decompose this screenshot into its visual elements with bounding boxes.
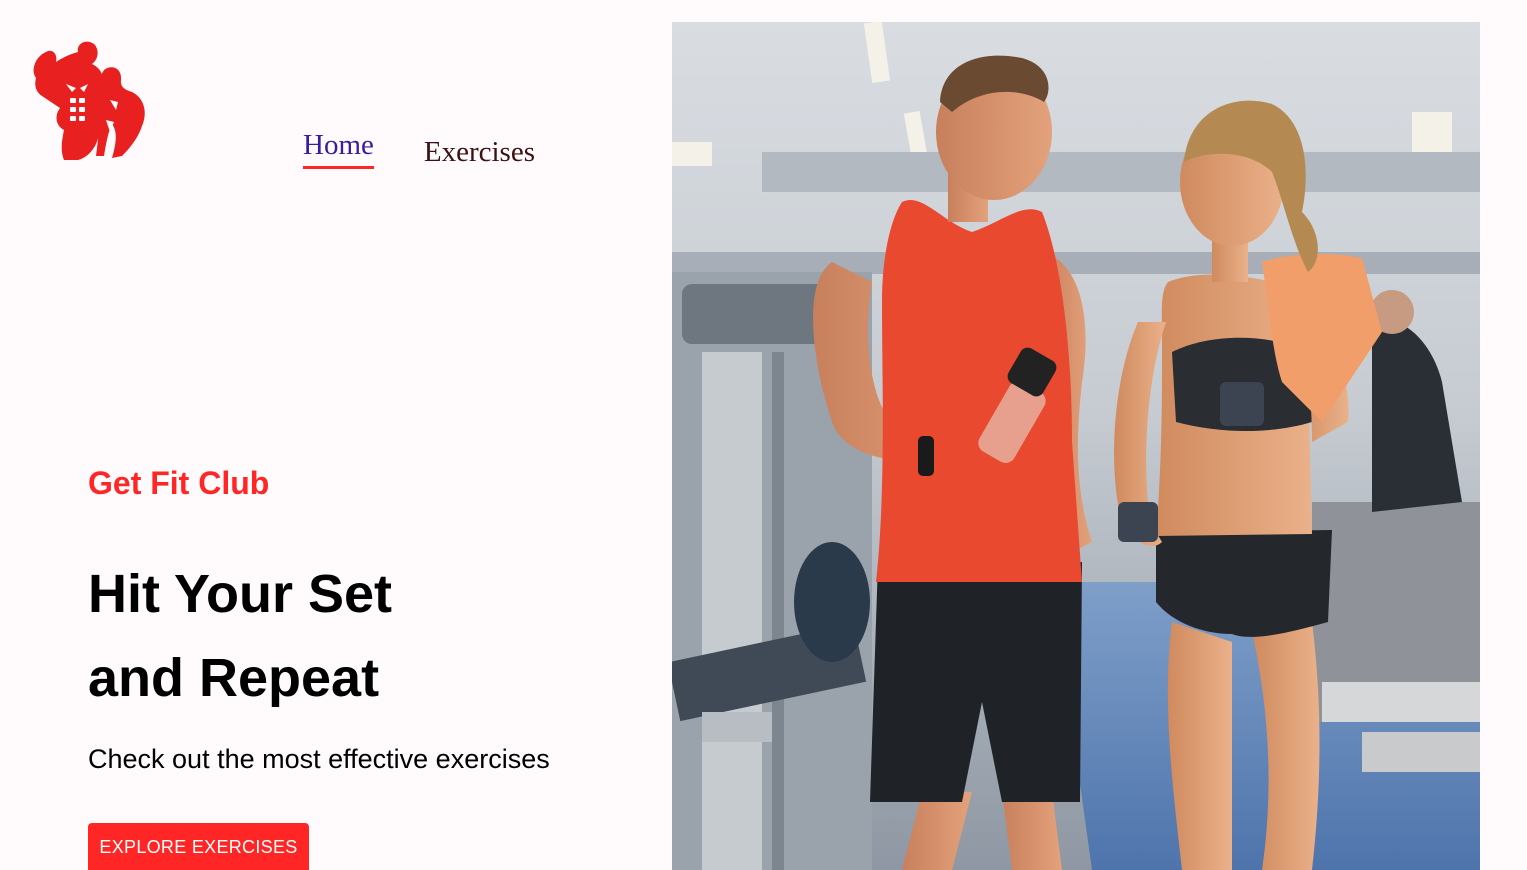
nav-link-home[interactable]: Home xyxy=(303,129,374,169)
hero-subtext: Check out the most effective exercises xyxy=(88,744,550,774)
headline-line-1: Hit Your Set xyxy=(88,564,393,624)
page: Home Exercises Get Fit Club Hit Your Set… xyxy=(0,0,1527,870)
main-nav: Home Exercises xyxy=(303,129,535,169)
bodybuilders-logo-icon[interactable] xyxy=(26,40,150,162)
explore-exercises-button[interactable]: EXPLORE EXERCISES xyxy=(88,823,309,870)
hero-headline: Hit Your Set and Repeat xyxy=(88,552,392,720)
headline-line-2: and Repeat xyxy=(88,648,380,708)
nav-link-exercises[interactable]: Exercises xyxy=(424,136,535,169)
brand-name: Get Fit Club xyxy=(88,465,270,501)
gym-couple-photo xyxy=(672,22,1480,870)
